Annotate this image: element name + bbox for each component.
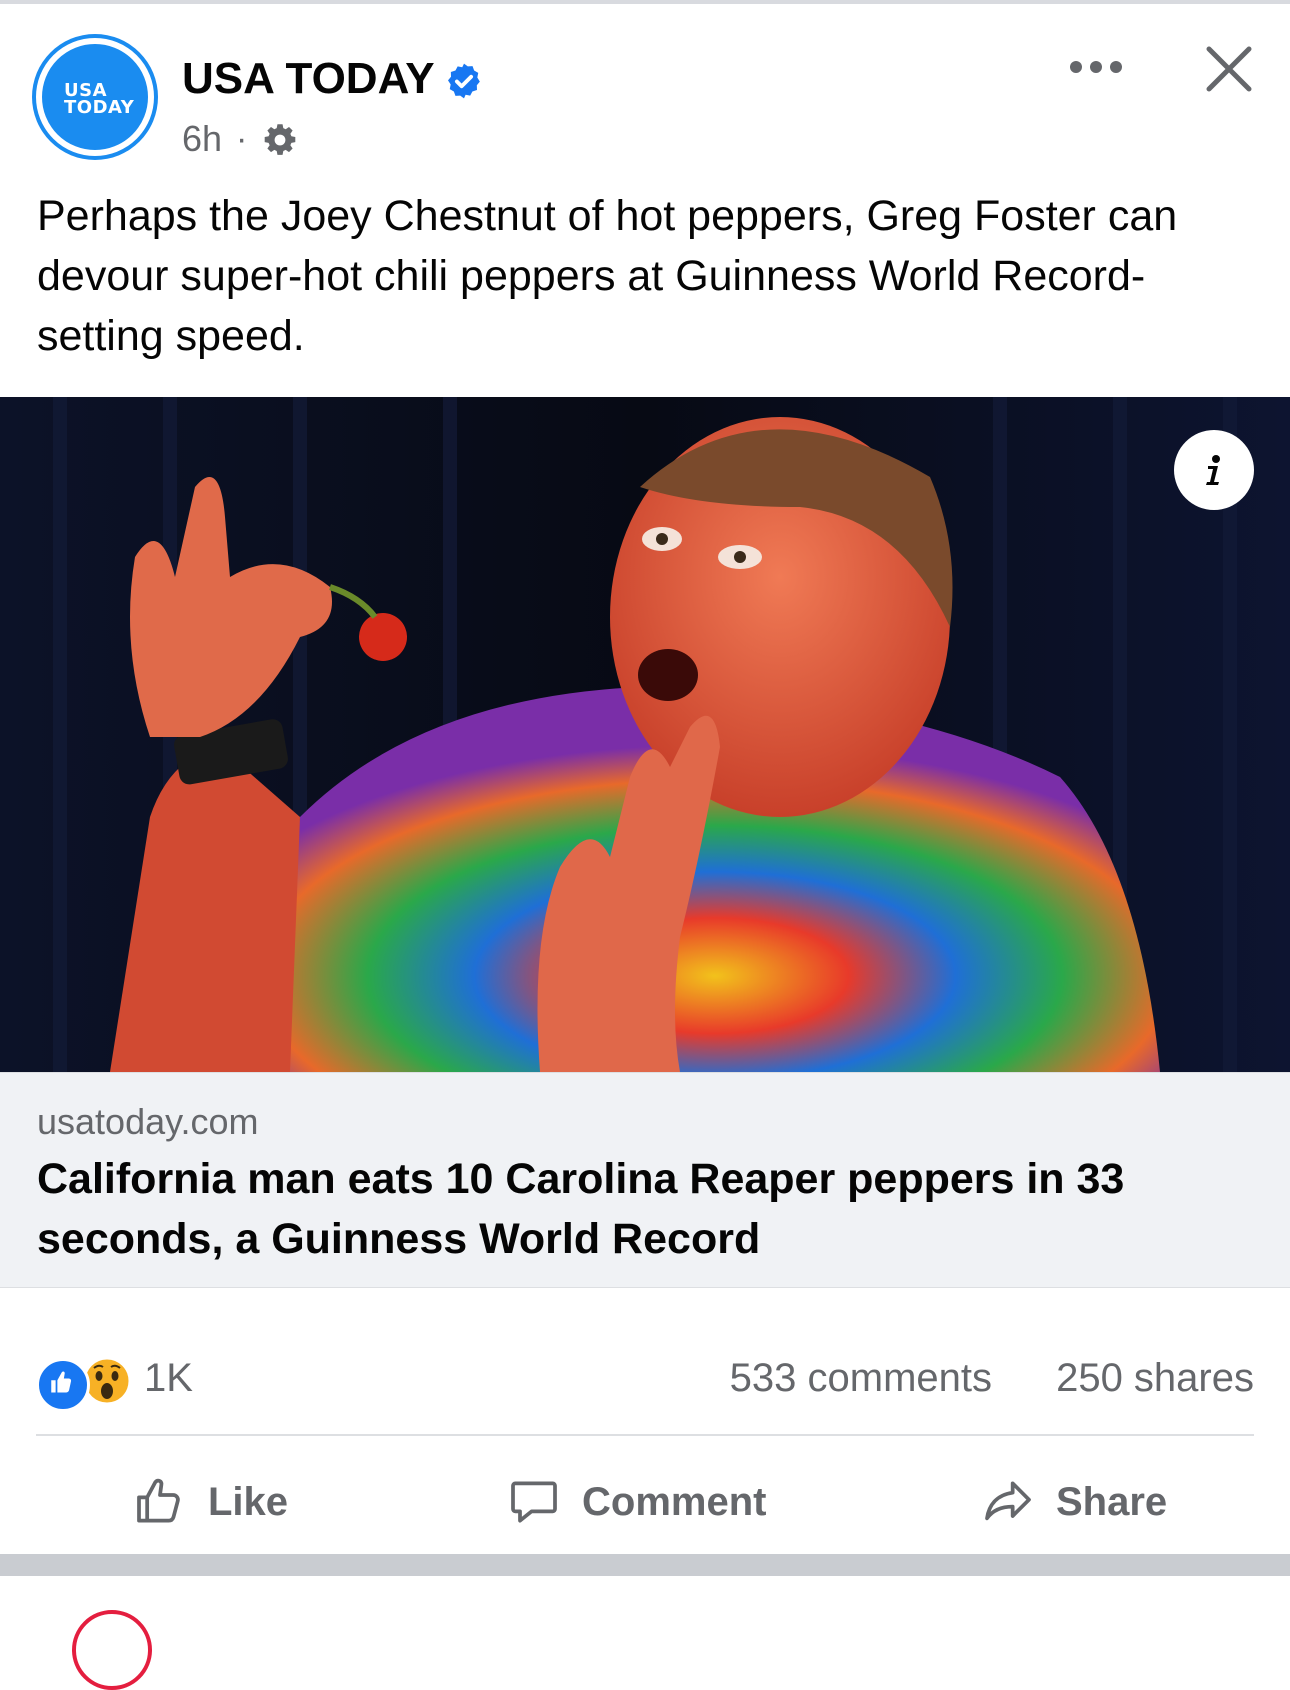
share-arrow-icon [985,1481,1031,1521]
meta-separator: · [236,120,248,158]
post-time[interactable]: 6h [182,118,222,160]
top-divider [0,0,1290,4]
page-avatar[interactable]: USA TODAY [36,38,154,156]
comment-label: Comment [582,1479,767,1524]
link-preview-card[interactable]: usatoday.com California man eats 10 Caro… [0,1072,1290,1288]
like-reaction-icon [36,1358,90,1412]
comment-icon [511,1481,557,1523]
share-label: Share [1056,1479,1168,1524]
post-caption: Perhaps the Joey Chestnut of hot peppers… [37,192,1178,360]
info-button[interactable] [1174,430,1254,510]
feed-separator [0,1554,1290,1576]
comment-count[interactable]: 533 comments [730,1356,992,1401]
post-photo[interactable] [0,397,1290,1072]
link-headline: California man eats 10 Carolina Reaper p… [37,1155,1125,1263]
next-post-avatar[interactable] [72,1610,152,1690]
like-label: Like [208,1479,289,1524]
avatar-logo-line2: TODAY [64,97,135,118]
action-divider [36,1434,1254,1436]
share-count[interactable]: 250 shares [1056,1356,1254,1401]
more-options-icon[interactable] [1068,52,1124,82]
like-button[interactable]: Like [132,1470,288,1534]
photo-illustration [0,397,1290,1072]
info-icon [1206,455,1220,485]
link-domain: usatoday.com [37,1101,259,1142]
page-name[interactable]: USA TODAY [182,54,435,104]
close-icon[interactable] [1204,44,1254,94]
gear-icon [264,124,296,155]
avatar-logo: USA TODAY [64,82,135,118]
share-button[interactable]: Share [980,1470,1167,1534]
comment-button[interactable]: Comment [506,1470,766,1534]
thumbs-up-icon [137,1478,180,1523]
verified-badge-icon [448,63,480,99]
reaction-count[interactable]: 1K [144,1356,193,1401]
